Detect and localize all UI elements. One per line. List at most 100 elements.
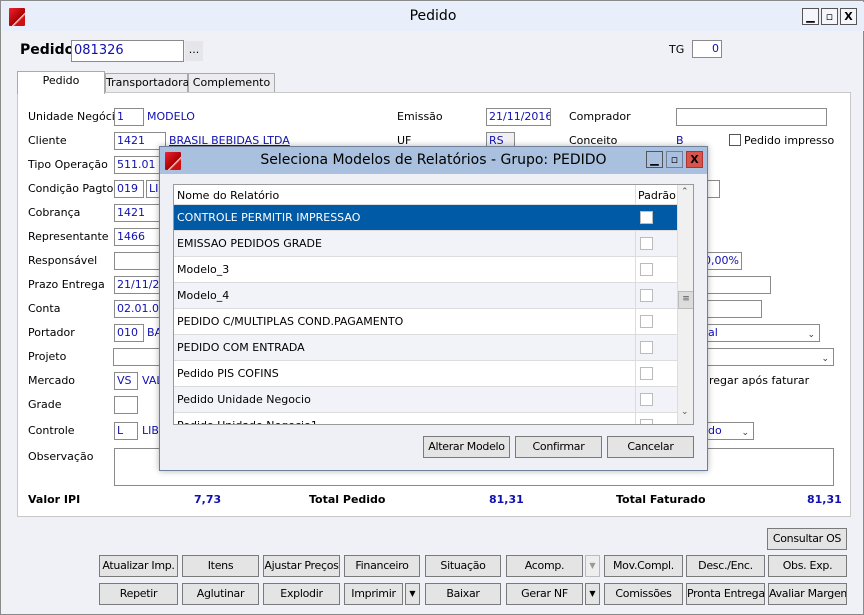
title-bar: Pedido ▁ ▫ X [2,2,864,31]
report-row[interactable]: Pedido Unidade Negocio [174,387,677,413]
scroll-up-icon[interactable]: ⌃ [681,187,689,197]
financeiro-button[interactable]: Financeiro [344,555,420,577]
maximize-button[interactable]: ▫ [821,8,838,25]
pedido-label: Pedido [20,42,75,58]
total-pedido-value: 81,31 [489,493,524,506]
pedido-impresso-checkbox[interactable] [729,134,741,146]
dialog-minimize-button[interactable]: ▁ [646,151,663,168]
right-select-2[interactable]: ⌄ [701,348,834,366]
entregar-apos-faturar-label: regar após faturar [709,374,810,387]
comprador-input[interactable] [676,108,827,126]
padrao-checkbox[interactable] [640,367,653,380]
situacao-button[interactable]: Situação [425,555,501,577]
minimize-button[interactable]: ▁ [802,8,819,25]
mercado-input[interactable]: VS [114,372,138,390]
report-row[interactable]: Pedido PIS COFINS [174,361,677,387]
report-name: Modelo_4 [177,289,230,302]
alterar-modelo-button[interactable]: Alterar Modelo [423,436,510,458]
unidade-negocio-input[interactable]: 1 [114,108,144,126]
mov-compl-button[interactable]: Mov.Compl. [604,555,683,577]
responsavel-label: Responsável [28,254,98,267]
valor-ipi-label: Valor IPI [28,493,81,506]
report-row[interactable]: Modelo_4 [174,283,677,309]
scroll-thumb[interactable]: ≡ [678,291,693,309]
tg-input[interactable]: 0 [692,40,722,58]
emissao-label: Emissão [397,110,443,123]
chevron-down-icon: ⌄ [821,354,829,364]
desc-enc-button[interactable]: Desc./Enc. [686,555,765,577]
report-name: PEDIDO C/MULTIPLAS COND.PAGAMENTO [177,315,404,328]
portador-input[interactable]: 010 [114,324,144,342]
padrao-checkbox[interactable] [640,237,653,250]
condicao-pagto-input[interactable]: 019 [114,180,144,198]
column-header-nome[interactable]: Nome do Relatório [177,189,279,202]
acomp-dropdown-arrow-icon[interactable]: ▼ [585,555,600,577]
column-divider [635,335,636,361]
padrao-checkbox[interactable] [640,393,653,406]
tab-transportadora[interactable]: Transportadora [105,73,189,93]
ajustar-precos-button[interactable]: Ajustar Preços [263,555,340,577]
grade-input[interactable] [114,396,138,414]
controle-input[interactable]: L [114,422,138,440]
report-name: Modelo_3 [177,263,230,276]
pronta-entrega-button[interactable]: Pronta Entrega [686,583,765,605]
report-row[interactable]: PEDIDO COM ENTRADA [174,335,677,361]
column-header-padrao[interactable]: Padrão [638,189,676,202]
padrao-checkbox[interactable] [640,419,653,424]
grid-scrollbar[interactable]: ⌃ ≡ ⌄ [677,185,693,424]
report-name: Pedido Unidade Negocio [177,393,311,406]
tab-pedido[interactable]: Pedido [17,71,105,94]
atualizar-imp-button[interactable]: Atualizar Imp. [99,555,178,577]
padrao-checkbox[interactable] [640,341,653,354]
right-select-1[interactable]: al ⌄ [701,324,820,342]
comissoes-button[interactable]: Comissões [604,583,683,605]
itens-button[interactable]: Itens [182,555,259,577]
close-button[interactable]: X [840,8,857,25]
window-title: Pedido [409,8,457,24]
pedido-lookup-button[interactable]: ... [185,41,203,61]
dialog-close-button[interactable]: X [686,151,703,168]
conta-label: Conta [28,302,61,315]
right-select-3[interactable]: do ⌄ [701,422,754,440]
padrao-checkbox[interactable] [640,263,653,276]
padrao-checkbox[interactable] [640,315,653,328]
report-models-grid: Nome do Relatório Padrão CONTROLE PERMIT… [173,184,694,425]
obs-exp-button[interactable]: Obs. Exp. [768,555,847,577]
avaliar-margem-button[interactable]: Avaliar Margem [768,583,847,605]
baixar-button[interactable]: Baixar [425,583,501,605]
imprimir-button[interactable]: Imprimir [344,583,403,605]
report-row[interactable]: CONTROLE PERMITIR IMPRESSAO [174,205,677,231]
imprimir-dropdown-arrow-icon[interactable]: ▼ [405,583,420,605]
report-models-dialog: Seleciona Modelos de Relatórios - Grupo:… [159,146,708,471]
dialog-maximize-button[interactable]: ▫ [666,151,683,168]
gerar-nf-button[interactable]: Gerar NF [506,583,583,605]
report-row[interactable]: Modelo_3 [174,257,677,283]
gerar-nf-dropdown-arrow-icon[interactable]: ▼ [585,583,600,605]
explodir-button[interactable]: Explodir [263,583,340,605]
report-name: Pedido PIS COFINS [177,367,279,380]
report-row[interactable]: Pedido Unidade Negocio1 [174,413,677,424]
unidade-negocio-label: Unidade Negócio [28,110,122,123]
acomp-button[interactable]: Acomp. [506,555,583,577]
portador-label: Portador [28,326,75,339]
prazo-entrega-label: Prazo Entrega [28,278,105,291]
scroll-down-icon[interactable]: ⌄ [681,407,689,417]
column-divider [635,309,636,335]
right-select-1-value: al [708,326,718,339]
cancelar-button[interactable]: Cancelar [607,436,694,458]
tab-complemento[interactable]: Complemento [188,73,275,93]
column-divider [635,231,636,257]
consultar-os-button[interactable]: Consultar OS [767,528,847,550]
confirmar-button[interactable]: Confirmar [515,436,602,458]
report-row[interactable]: EMISSAO PEDIDOS GRADE [174,231,677,257]
report-row[interactable]: PEDIDO C/MULTIPLAS COND.PAGAMENTO [174,309,677,335]
emissao-input[interactable]: 21/11/2016 [486,108,551,126]
mercado-label: Mercado [28,374,76,387]
observacao-label: Observação [28,450,94,463]
aglutinar-button[interactable]: Aglutinar [182,583,259,605]
column-divider [635,185,636,205]
padrao-checkbox[interactable] [640,211,653,224]
pedido-number-input[interactable]: 081326 [71,40,184,62]
repetir-button[interactable]: Repetir [99,583,178,605]
padrao-checkbox[interactable] [640,289,653,302]
